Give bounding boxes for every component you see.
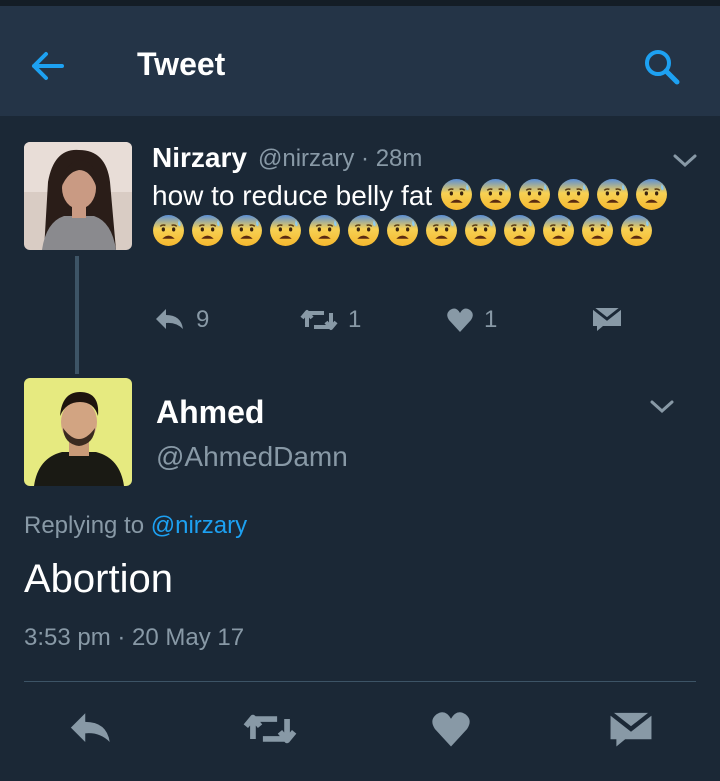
reply-icon	[156, 309, 183, 329]
anxious-face-with-sweat-icon	[543, 215, 574, 246]
retweet-action[interactable]: 1	[300, 306, 361, 334]
envelope-icon[interactable]	[609, 710, 653, 748]
reply-action[interactable]: 9	[154, 306, 209, 334]
anxious-face-with-sweat-icon	[621, 215, 652, 246]
anxious-face-with-sweat-icon	[465, 215, 496, 246]
anxious-face-with-sweat-icon	[426, 215, 457, 246]
avatar-nirzary[interactable]	[24, 142, 132, 250]
anxious-face-with-sweat-icon	[309, 215, 340, 246]
anxious-face-with-sweat-icon	[557, 179, 589, 210]
page-title: Tweet	[137, 46, 226, 82]
anxious-face-with-sweat-icon	[518, 179, 550, 210]
tweet-text: Abortion	[24, 557, 173, 601]
parent-author-handle[interactable]: @nirzary · 28m	[258, 145, 422, 173]
tweet-timestamp: 3:53 pm · 20 May 17	[24, 624, 245, 651]
top-bar: Tweet	[0, 0, 720, 116]
anxious-face-with-sweat-icon	[270, 215, 301, 246]
divider	[24, 681, 696, 682]
reply-icon[interactable]	[68, 710, 114, 748]
author-handle[interactable]: @AhmedDamn	[156, 441, 348, 473]
anxious-face-with-sweat-icon	[387, 215, 418, 246]
chevron-down-icon[interactable]	[672, 152, 698, 170]
thread-line	[75, 256, 79, 374]
retweet-icon[interactable]	[243, 710, 297, 748]
heart-icon[interactable]	[430, 710, 472, 748]
direct-message-action[interactable]	[592, 306, 622, 332]
chevron-down-icon[interactable]	[649, 398, 675, 416]
parent-author-name[interactable]: Nirzary	[152, 142, 247, 174]
envelope-icon	[592, 306, 622, 331]
anxious-face-with-sweat-icon	[231, 215, 262, 246]
like-action[interactable]: 1	[446, 306, 497, 334]
heart-icon	[447, 308, 473, 332]
parent-tweet-body: how to reduce belly fat	[152, 180, 433, 211]
anxious-face-with-sweat-icon	[582, 215, 613, 246]
anxious-face-with-sweat-icon	[635, 179, 667, 210]
retweet-icon	[300, 310, 338, 330]
reply-count: 9	[196, 306, 210, 333]
avatar-ahmed[interactable]	[24, 378, 132, 486]
replying-to-link[interactable]: @nirzary	[151, 512, 247, 539]
replying-to: Replying to @nirzary	[24, 512, 247, 540]
replying-prefix: Replying to	[24, 512, 151, 539]
anxious-face-with-sweat-icon	[479, 179, 511, 210]
retweet-count: 1	[348, 306, 362, 333]
author-name[interactable]: Ahmed	[156, 394, 264, 431]
back-arrow-icon[interactable]	[28, 46, 68, 86]
anxious-face-with-sweat-icon	[192, 215, 223, 246]
search-icon[interactable]	[641, 46, 683, 88]
parent-tweet-text: how to reduce belly fat	[152, 178, 697, 250]
like-count: 1	[484, 306, 498, 333]
anxious-face-with-sweat-icon	[504, 215, 535, 246]
anxious-face-with-sweat-icon	[153, 215, 184, 246]
anxious-face-with-sweat-icon	[440, 179, 472, 210]
anxious-face-with-sweat-icon	[596, 179, 628, 210]
anxious-face-with-sweat-icon	[348, 215, 379, 246]
